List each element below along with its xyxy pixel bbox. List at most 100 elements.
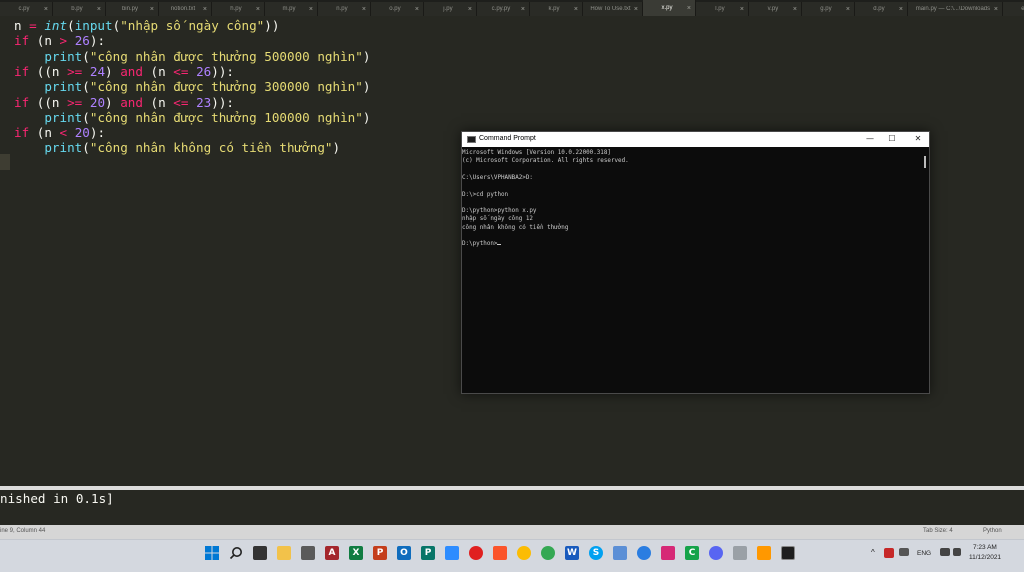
tab-15[interactable]: g.py × (802, 2, 855, 16)
word-icon[interactable]: W (565, 546, 579, 560)
tab-close-icon[interactable]: × (899, 6, 903, 13)
tab-16[interactable]: d.py × (855, 2, 908, 16)
tab-close-icon[interactable]: × (994, 6, 998, 13)
code-token: "công nhân được thưởng 300000 nghìn" (89, 79, 363, 95)
tab-18[interactable]: e.py× (1003, 2, 1024, 16)
code-token: > (59, 33, 68, 49)
tab-12[interactable]: x.py × (643, 0, 696, 16)
tab-close-icon[interactable]: × (150, 6, 154, 13)
tab-close-icon[interactable]: × (574, 6, 578, 13)
code-token: ): (89, 125, 106, 141)
antivirus-tray-icon[interactable] (884, 548, 894, 558)
tab-3[interactable]: notion.txt × (159, 2, 212, 16)
code-token: )): (211, 94, 234, 110)
opera-icon[interactable] (469, 546, 483, 560)
keyboard-tray-icon[interactable] (899, 548, 909, 556)
cmd-console[interactable]: Microsoft Windows [Version 10.0.22000.31… (462, 147, 929, 393)
snipping-tool-icon[interactable] (733, 546, 747, 560)
tab-13[interactable]: l.py × (696, 2, 749, 16)
tab-14[interactable]: v.py × (749, 2, 802, 16)
publisher-icon[interactable]: P (421, 546, 435, 560)
volume-icon[interactable] (953, 548, 961, 556)
tab-11[interactable]: How To Use.txt × (583, 2, 643, 16)
tab-6[interactable]: n.py × (318, 2, 371, 16)
tab-close-icon[interactable]: × (521, 6, 525, 13)
discord-icon[interactable] (709, 546, 723, 560)
clock-date[interactable]: 11/12/2021 (969, 554, 1001, 561)
tab-0[interactable]: c.py × (0, 2, 53, 16)
tray-overflow-chevron[interactable]: ^ (871, 548, 875, 557)
start-icon[interactable] (205, 546, 219, 560)
syntax-indicator[interactable]: Python (983, 528, 1002, 534)
sublime-text-icon[interactable] (757, 546, 771, 560)
tab-label: b.py (71, 6, 83, 12)
code-token: ( (67, 18, 75, 33)
tab-close-icon[interactable]: × (256, 6, 260, 13)
excel-icon[interactable]: X (349, 546, 363, 560)
code-token: 20 (74, 125, 90, 141)
terminal-icon[interactable] (781, 546, 795, 560)
tab-9[interactable]: c.py.py × (477, 2, 530, 16)
cmd-icon (467, 136, 476, 143)
maximize-button[interactable]: ☐ (882, 134, 902, 143)
build-output-panel[interactable]: nished in 0.1s] (0, 490, 1024, 522)
network-icon[interactable] (940, 548, 950, 556)
tab-7[interactable]: o.py × (371, 2, 424, 16)
tab-10[interactable]: k.py × (530, 2, 583, 16)
tab-1[interactable]: b.py × (53, 2, 106, 16)
code-token: ) (105, 63, 121, 79)
code-token: ) (105, 94, 121, 110)
browser-icon[interactable] (541, 546, 555, 560)
cmd-output-line: C:\Users\VPHANBA2>D: (462, 174, 533, 182)
tab-close-icon[interactable]: × (44, 6, 48, 13)
tab-5[interactable]: m.py × (265, 2, 318, 16)
tab-close-icon[interactable]: × (97, 6, 101, 13)
tab-close-icon[interactable]: × (846, 6, 850, 13)
instagram-icon[interactable] (661, 546, 675, 560)
powerpoint-icon[interactable]: P (373, 546, 387, 560)
tab-close-icon[interactable]: × (740, 6, 744, 13)
language-indicator[interactable]: ENG (917, 550, 931, 557)
telegram-icon[interactable] (637, 546, 651, 560)
cmd-title-bar[interactable]: Command Prompt — ☐ ✕ (462, 132, 929, 147)
zoom-icon[interactable] (445, 546, 459, 560)
tab-close-icon[interactable]: × (687, 5, 691, 12)
tab-label: m.py (282, 6, 296, 12)
skype-icon[interactable]: S (589, 546, 603, 560)
code-token: if (14, 33, 30, 49)
photos-icon[interactable] (613, 546, 627, 560)
cmd-scrollbar[interactable] (924, 156, 926, 168)
clock-time[interactable]: 7:23 AM (973, 544, 997, 551)
close-button[interactable]: ✕ (908, 134, 928, 143)
tab-close-icon[interactable]: × (415, 6, 419, 13)
tab-2[interactable]: bin.py × (106, 2, 159, 16)
tab-size-indicator[interactable]: Tab Size: 4 (923, 528, 953, 534)
outlook-icon[interactable]: O (397, 546, 411, 560)
tab-8[interactable]: j.py × (424, 2, 477, 16)
tab-close-icon[interactable]: × (468, 6, 472, 13)
code-token: 24 (89, 63, 106, 79)
minimize-button[interactable]: — (860, 134, 880, 143)
store-icon[interactable] (301, 546, 315, 560)
access-icon[interactable]: A (325, 546, 339, 560)
brave-icon[interactable] (493, 546, 507, 560)
file-explorer-icon[interactable] (277, 546, 291, 560)
cmd-line-text: D:\python>python x.py (462, 208, 537, 215)
chrome-icon[interactable] (517, 546, 531, 560)
task-view-icon[interactable] (253, 546, 267, 560)
tab-close-icon[interactable]: × (634, 6, 638, 13)
tab-4[interactable]: h.py × (212, 2, 265, 16)
code-token: >= (67, 94, 83, 110)
tab-17[interactable]: main.py — C:\...\Downloads × (908, 2, 1003, 16)
tab-close-icon[interactable]: × (203, 6, 207, 13)
tab-close-icon[interactable]: × (793, 6, 797, 13)
search-icon[interactable] (229, 546, 243, 560)
tab-close-icon[interactable]: × (309, 6, 313, 13)
cmd-output-line: D:\python>python x.py (462, 207, 536, 215)
camtasia-icon[interactable]: C (685, 546, 699, 560)
command-prompt-window[interactable]: Command Prompt — ☐ ✕ Microsoft Windows [… (461, 131, 930, 394)
tab-close-icon[interactable]: × (362, 6, 366, 13)
code-line: print("công nhân được thưởng 100000 nghì… (14, 110, 370, 125)
